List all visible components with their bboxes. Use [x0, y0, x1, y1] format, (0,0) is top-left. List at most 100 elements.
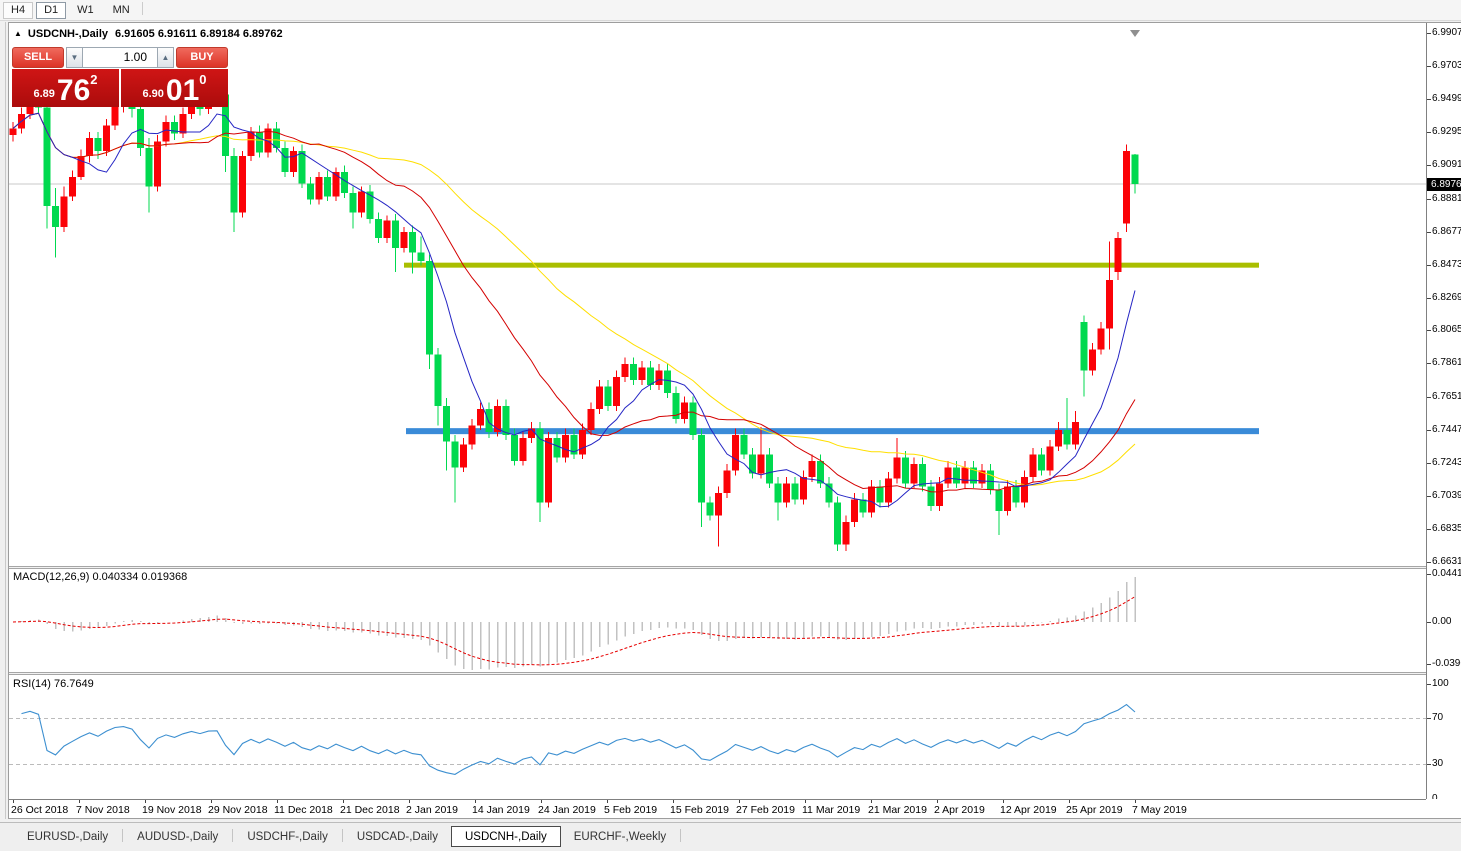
spinner-down-icon: ▼: [71, 53, 79, 62]
chart-tab-eurusd-daily[interactable]: EURUSD-,Daily: [14, 827, 121, 848]
date-axis-label: 27 Feb 2019: [736, 804, 795, 816]
date-axis-label: 24 Jan 2019: [538, 804, 596, 816]
date-tick: [805, 800, 806, 803]
chart-tab-eurchf-weekly[interactable]: EURCHF-,Weekly: [561, 827, 679, 848]
chart-tab-usdchf-daily[interactable]: USDCHF-,Daily: [234, 827, 341, 848]
date-tick: [607, 800, 608, 803]
buy-button[interactable]: BUY: [176, 47, 228, 68]
macd-axis-label: 0.00: [1432, 616, 1451, 627]
axis-tick: [1427, 132, 1431, 133]
axis-tick: [1427, 33, 1431, 34]
price-axis-label: 6.97030: [1432, 60, 1461, 71]
price-axis-label: 6.74470: [1432, 424, 1461, 435]
axis-tick: [1427, 764, 1431, 765]
spinner-up-icon: ▲: [162, 53, 170, 62]
price-axis-label: 6.80650: [1432, 324, 1461, 335]
date-tick: [673, 800, 674, 803]
date-tick: [13, 800, 14, 803]
axis-tick: [1427, 684, 1431, 685]
price-axis-label: 6.84730: [1432, 259, 1461, 270]
date-tick: [79, 800, 80, 803]
price-axis-label: 6.72430: [1432, 457, 1461, 468]
axis-tick: [1427, 463, 1431, 464]
date-axis-label: 19 Nov 2018: [142, 804, 202, 816]
date-tick: [277, 800, 278, 803]
date-axis-label: 2 Jan 2019: [406, 804, 458, 816]
date-axis-label: 7 May 2019: [1132, 804, 1187, 816]
date-axis[interactable]: 26 Oct 20187 Nov 201819 Nov 201829 Nov 2…: [9, 799, 1426, 818]
chart-tab-bar: EURUSD-,DailyAUDUSD-,DailyUSDCHF-,DailyU…: [0, 822, 1461, 851]
date-tick: [871, 800, 872, 803]
axis-tick: [1427, 363, 1431, 364]
buy-price-small: 6.90: [142, 88, 163, 100]
axis-tick: [1427, 799, 1431, 800]
date-axis-label: 21 Mar 2019: [868, 804, 927, 816]
price-axis-label: 6.82690: [1432, 292, 1461, 303]
price-axis[interactable]: 6.990706.970306.949906.929506.909106.888…: [1426, 23, 1461, 799]
one-click-trade-panel: SELL ▼ 1.00 ▲ BUY 6.89 76 2 6.90 01 0: [12, 47, 230, 107]
price-axis-label: 6.99070: [1432, 27, 1461, 38]
rsi-axis-label: 100: [1432, 678, 1449, 689]
axis-tick: [1427, 397, 1431, 398]
date-tick: [1003, 800, 1004, 803]
price-axis-label: 6.70390: [1432, 490, 1461, 501]
date-tick: [541, 800, 542, 803]
date-tick: [475, 800, 476, 803]
axis-tick: [1427, 562, 1431, 563]
price-axis-label: 6.86770: [1432, 226, 1461, 237]
date-axis-label: 5 Feb 2019: [604, 804, 657, 816]
price-axis-label: 6.76510: [1432, 391, 1461, 402]
price-axis-label: 6.66310: [1432, 556, 1461, 567]
price-axis-label: 6.92950: [1432, 126, 1461, 137]
volume-increase-button[interactable]: ▲: [157, 47, 174, 68]
chart-shift-marker-icon: [1130, 30, 1140, 37]
timeframe-button-w1[interactable]: W1: [69, 2, 102, 19]
axis-tick: [1427, 232, 1431, 233]
date-tick: [211, 800, 212, 803]
chart-tab-usdcnh-daily[interactable]: USDCNH-,Daily: [451, 826, 561, 847]
date-axis-label: 7 Nov 2018: [76, 804, 130, 816]
date-axis-label: 12 Apr 2019: [1000, 804, 1057, 816]
timeframe-button-h4[interactable]: H4: [3, 2, 33, 19]
resistance-line: [404, 263, 1259, 268]
price-axis-label: 6.78610: [1432, 357, 1461, 368]
rsi-pane[interactable]: [9, 675, 1426, 799]
date-tick: [343, 800, 344, 803]
sell-button[interactable]: SELL: [12, 47, 64, 68]
sell-price-box[interactable]: 6.89 76 2: [12, 69, 119, 107]
chart-symbol-label: USDCNH-,Daily: [28, 28, 108, 40]
buy-price-sup: 0: [199, 72, 206, 87]
price-pane[interactable]: [9, 29, 1426, 566]
chart-tab-usdcad-daily[interactable]: USDCAD-,Daily: [344, 827, 451, 848]
date-tick: [409, 800, 410, 803]
axis-tick: [1427, 298, 1431, 299]
macd-pane[interactable]: [9, 569, 1426, 672]
macd-axis-label: 0.044143: [1432, 568, 1461, 579]
chart-tab-audusd-daily[interactable]: AUDUSD-,Daily: [124, 827, 231, 848]
date-tick: [1135, 800, 1136, 803]
volume-field[interactable]: 1.00: [83, 47, 157, 68]
rsi-axis-label: 30: [1432, 758, 1443, 769]
timeframe-button-d1[interactable]: D1: [36, 2, 66, 19]
toolbar-separator: [142, 2, 143, 15]
date-tick: [937, 800, 938, 803]
axis-tick: [1427, 496, 1431, 497]
sell-price-small: 6.89: [33, 88, 54, 100]
axis-tick: [1427, 664, 1431, 665]
tab-separator: [342, 829, 343, 842]
date-axis-label: 26 Oct 2018: [11, 804, 68, 816]
collapse-arrow-icon[interactable]: ▲: [14, 29, 22, 38]
buy-price-box[interactable]: 6.90 01 0: [121, 69, 228, 107]
price-axis-label: 6.90910: [1432, 159, 1461, 170]
macd-axis-label: -0.03964: [1432, 658, 1461, 669]
date-axis-label: 11 Mar 2019: [802, 804, 860, 816]
tab-separator: [680, 829, 681, 842]
timeframe-button-mn[interactable]: MN: [105, 2, 138, 19]
current-price-tag: 6.89762: [1427, 178, 1461, 191]
date-tick: [145, 800, 146, 803]
date-axis-label: 15 Feb 2019: [670, 804, 729, 816]
axis-tick: [1427, 199, 1431, 200]
chart-title: ▲USDCNH-,Daily6.91605 6.91611 6.89184 6.…: [14, 28, 283, 40]
volume-decrease-button[interactable]: ▼: [66, 47, 83, 68]
buy-price-big: 01: [166, 78, 199, 104]
